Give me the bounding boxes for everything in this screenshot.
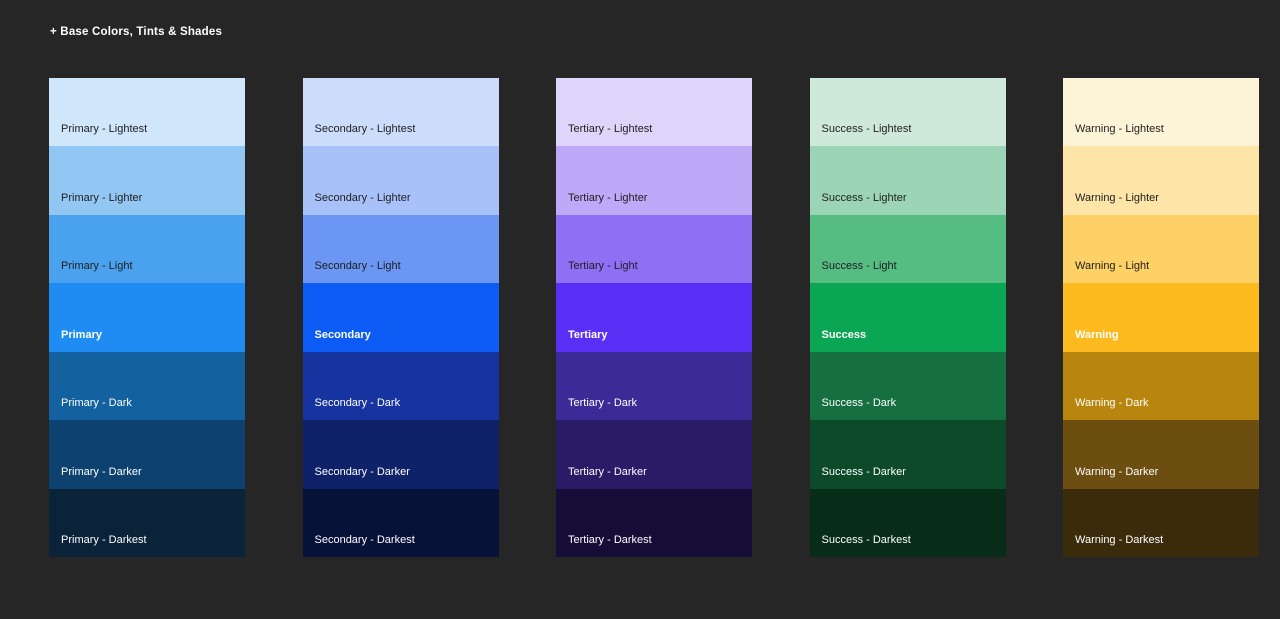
swatch-label: Tertiary - Lightest — [568, 123, 653, 136]
color-swatch[interactable]: Primary - Darkest — [49, 488, 245, 557]
swatch-label: Tertiary - Light — [568, 260, 638, 273]
swatch-label: Warning - Darkest — [1075, 533, 1164, 546]
color-swatch[interactable]: Success - Darkest — [809, 488, 1006, 557]
color-swatch[interactable]: Primary — [49, 283, 245, 352]
color-swatch[interactable]: Warning - Light — [1063, 214, 1259, 284]
swatch-label: Secondary - Light — [314, 260, 401, 273]
palette-column-warning: Warning - Lightest Warning - Lighter Warni… — [1063, 78, 1259, 557]
color-swatch[interactable]: Success — [809, 283, 1006, 352]
color-swatch[interactable]: Primary - Dark — [49, 351, 245, 421]
swatch-label: Warning - Lightest — [1075, 123, 1164, 136]
swatch-label: Tertiary - Darkest — [568, 533, 652, 546]
swatch-label: Primary - Light — [61, 260, 133, 273]
color-swatch[interactable]: Tertiary - Darker — [556, 420, 752, 489]
design-canvas: + Base Colors, Tints & Shades Primary - … — [0, 0, 1280, 619]
palette-column-success: Success - Lightest Success - Lighter Succe… — [809, 78, 1006, 557]
color-swatch[interactable]: Success - Lighter — [809, 146, 1006, 215]
swatch-label: Success - Darkest — [821, 533, 911, 546]
color-swatch[interactable]: Tertiary - Light — [556, 214, 752, 284]
color-swatch[interactable]: Success - Dark — [809, 351, 1006, 421]
swatch-label: Success - Light — [821, 260, 897, 273]
color-swatch[interactable]: Success - Lightest — [809, 78, 1006, 147]
color-swatch[interactable]: Secondary - Lightest — [302, 78, 499, 147]
color-swatch[interactable]: Success - Darker — [809, 420, 1006, 489]
color-swatch[interactable]: Secondary - Dark — [302, 351, 499, 421]
color-swatch[interactable]: Secondary - Lighter — [302, 146, 499, 215]
swatch-label: Secondary - Lighter — [314, 191, 411, 204]
swatch-label: Tertiary - Lighter — [568, 191, 648, 204]
palette: Primary - Lightest Primary - Lighter Prima… — [49, 78, 1259, 557]
swatch-label: Success - Dark — [821, 397, 897, 410]
color-swatch[interactable]: Warning - Dark — [1063, 351, 1259, 421]
swatch-label: Success - Darker — [821, 465, 906, 478]
color-swatch[interactable]: Tertiary - Lighter — [556, 146, 752, 215]
swatch-label: Secondary - Dark — [314, 397, 401, 410]
swatch-label: Tertiary - Dark — [568, 397, 638, 410]
color-swatch[interactable]: Secondary - Light — [302, 214, 499, 284]
swatch-label: Secondary — [314, 328, 371, 341]
swatch-label: Primary - Darkest — [61, 533, 147, 546]
swatch-label: Warning - Darker — [1075, 465, 1159, 478]
swatch-label: Warning - Lighter — [1075, 191, 1159, 204]
swatch-label: Success - Lightest — [821, 123, 912, 136]
color-swatch[interactable]: Secondary - Darkest — [302, 488, 499, 557]
swatch-label: Secondary - Darker — [314, 465, 410, 478]
color-swatch[interactable]: Tertiary - Lightest — [556, 78, 752, 147]
swatch-label: Warning - Dark — [1075, 397, 1149, 410]
palette-column-primary: Primary - Lightest Primary - Lighter Prima… — [49, 78, 245, 557]
swatch-label: Primary - Dark — [61, 397, 132, 410]
color-swatch[interactable]: Tertiary - Darkest — [556, 488, 752, 557]
swatch-label: Success — [821, 328, 867, 341]
color-swatch[interactable]: Primary - Lightest — [49, 78, 245, 147]
swatch-label: Tertiary - Darker — [568, 465, 647, 478]
color-swatch[interactable]: Secondary — [302, 283, 499, 352]
swatch-label: Tertiary — [568, 328, 608, 341]
swatch-label: Success - Lighter — [821, 191, 907, 204]
color-swatch[interactable]: Warning — [1063, 283, 1259, 352]
color-swatch[interactable]: Primary - Darker — [49, 420, 245, 489]
page-title: + Base Colors, Tints & Shades — [50, 26, 223, 38]
color-swatch[interactable]: Success - Light — [809, 214, 1006, 284]
color-swatch[interactable]: Tertiary — [556, 283, 752, 352]
palette-column-tertiary: Tertiary - Lightest Tertiary - Lighter Ter… — [556, 78, 752, 557]
color-swatch[interactable]: Warning - Darkest — [1063, 488, 1259, 557]
swatch-label: Primary - Lighter — [61, 191, 143, 204]
color-swatch[interactable]: Primary - Light — [49, 214, 245, 284]
palette-column-secondary: Secondary - Lightest Secondary - Lighter S… — [302, 78, 499, 557]
swatch-label: Warning — [1075, 328, 1119, 341]
swatch-label: Primary - Darker — [61, 465, 142, 478]
color-swatch[interactable]: Warning - Lighter — [1063, 146, 1259, 215]
color-swatch[interactable]: Warning - Lightest — [1063, 78, 1259, 147]
color-swatch[interactable]: Primary - Lighter — [49, 146, 245, 215]
color-swatch[interactable]: Warning - Darker — [1063, 420, 1259, 489]
swatch-label: Secondary - Lightest — [314, 123, 416, 136]
swatch-label: Secondary - Darkest — [314, 533, 415, 546]
swatch-label: Warning - Light — [1075, 260, 1150, 273]
color-swatch[interactable]: Tertiary - Dark — [556, 351, 752, 421]
color-swatch[interactable]: Secondary - Darker — [302, 420, 499, 489]
swatch-label: Primary - Lightest — [61, 123, 148, 136]
swatch-label: Primary — [61, 328, 102, 341]
